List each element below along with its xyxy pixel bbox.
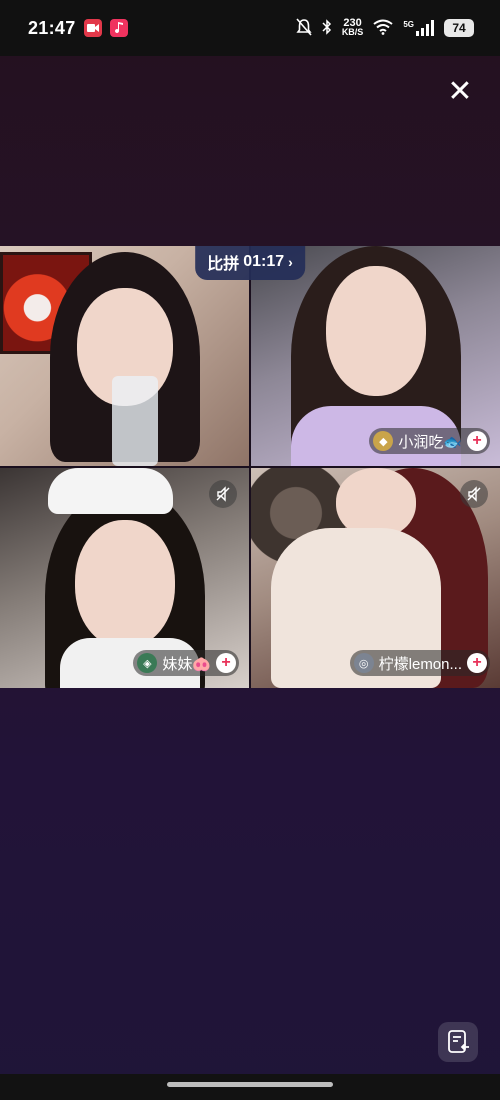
cup [112,376,158,466]
close-button[interactable]: ✕ [446,77,474,107]
participant-name: 小润吃🐟 [398,433,462,451]
pk-timer: 01:17 [243,253,285,270]
participant-name-pill[interactable]: ◆ 小润吃🐟 + [369,428,490,454]
streamer-face [325,266,426,396]
signal-bars-icon [416,20,434,36]
pk-battle-timer[interactable]: 比拼 01:17 › [195,246,305,280]
video-grid: ◆ 小润吃🐟 + ◈ 妹妹🐽 + ◎ 柠檬lemon... + [0,246,500,688]
gray-badge-icon: ◎ [353,653,374,673]
home-indicator[interactable] [167,1082,333,1087]
video-tile-4[interactable]: ◎ 柠檬lemon... + [251,468,500,688]
participant-name: 柠檬lemon... [378,655,462,673]
status-bar: 21:47 230 KB/S 5G 74 [0,0,500,56]
pk-label: 比拼 [207,256,240,273]
navigation-bar [0,1074,500,1100]
participant-name-pill[interactable]: ◈ 妹妹🐽 + [133,650,239,676]
follow-button[interactable]: + [467,431,487,451]
gold-badge-icon: ◆ [373,431,394,451]
wifi-icon [373,19,393,38]
bunny-headband [48,468,173,514]
clock: 21:47 [28,17,76,38]
mute-bell-icon [296,17,312,39]
muted-speaker-icon [460,480,488,508]
follow-button[interactable]: + [216,653,236,673]
follow-button[interactable]: + [467,653,487,673]
streamer-face [74,520,175,648]
video-app-icon [83,19,102,37]
status-icons: 230 KB/S 5G 74 [296,18,474,39]
chevron-right-icon: › [288,254,293,270]
green-badge-icon: ◈ [137,653,158,673]
video-tile-3[interactable]: ◈ 妹妹🐽 + [0,468,249,688]
participant-name: 妹妹🐽 [162,655,211,673]
cell-signal: 5G [403,20,434,36]
battery-indicator: 74 [444,19,474,37]
network-speed: 230 KB/S [341,17,364,37]
participant-name-pill[interactable]: ◎ 柠檬lemon... + [349,650,490,676]
music-app-icon [109,19,128,37]
muted-speaker-icon [209,480,237,508]
message-list-icon[interactable] [438,1022,478,1062]
bluetooth-icon [322,18,332,38]
